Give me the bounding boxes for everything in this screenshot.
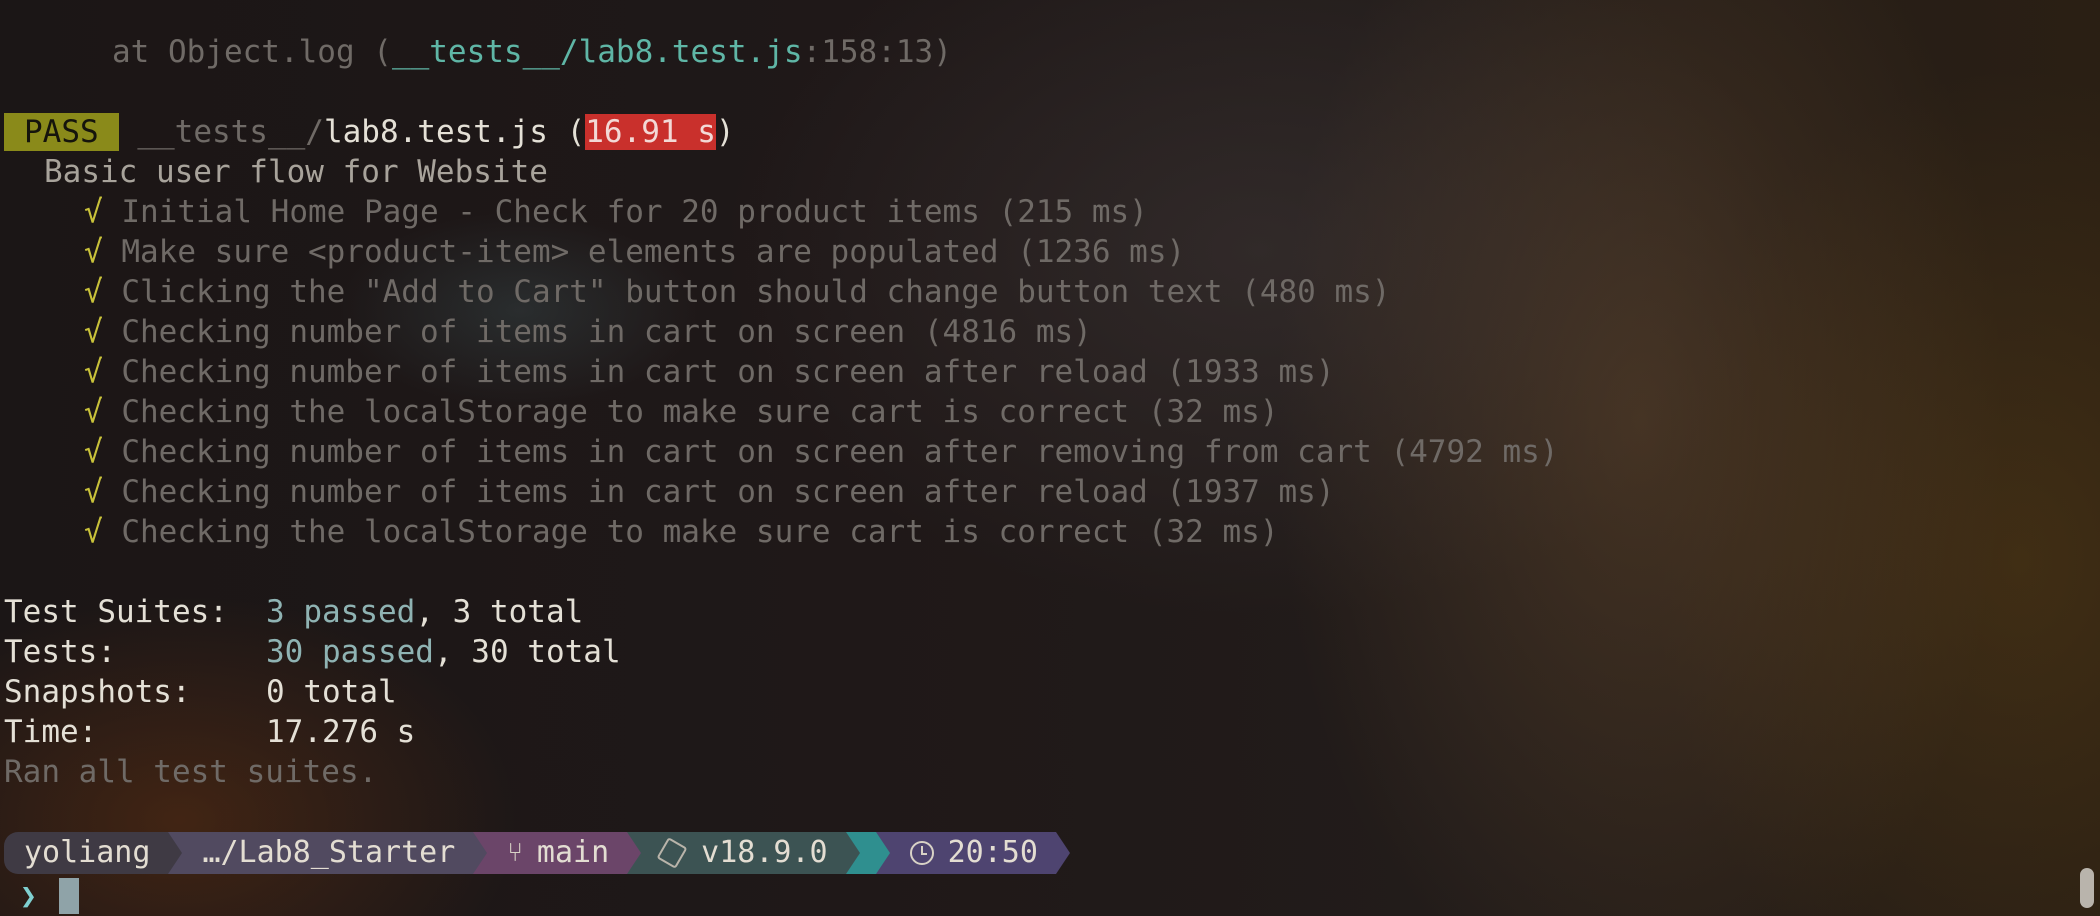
terminal-window[interactable]: at Object.log (__tests__/lab8.test.js:15… <box>0 0 2100 916</box>
text-cursor[interactable] <box>58 878 79 914</box>
summary-snapshots-value: 0 total <box>266 674 397 710</box>
prompt-path: …/Lab8_Starter <box>202 835 456 870</box>
test-item: √ Checking number of items in cart on sc… <box>84 352 1334 392</box>
test-text: Checking the localStorage to make sure c… <box>121 514 1279 550</box>
test-text: Clicking the "Add to Cart" button should… <box>121 274 1391 310</box>
test-item: √ Checking number of items in cart on sc… <box>84 432 1558 472</box>
result-file-name: lab8.test.js <box>323 114 548 150</box>
nodejs-icon <box>656 837 688 869</box>
test-text: Checking number of items in cart on scre… <box>121 354 1335 390</box>
duration-badge: 16.91 s <box>585 114 716 150</box>
summary-tests-passed: 30 passed <box>266 634 434 670</box>
prompt-time-segment: 20:50 <box>875 832 1070 874</box>
prompt-branch: main <box>536 835 610 870</box>
test-item: √ Initial Home Page - Check for 20 produ… <box>84 192 1148 232</box>
result-file-dir: __tests__/ <box>137 114 324 150</box>
test-text: Initial Home Page - Check for 20 product… <box>121 194 1148 230</box>
test-item: √ Make sure <product-item> elements are … <box>84 232 1185 272</box>
test-item: √ Checking number of items in cart on sc… <box>84 312 1092 352</box>
pass-badge: PASS <box>4 113 119 151</box>
prompt-path-segment: …/Lab8_Starter <box>168 832 488 874</box>
summary-suites-passed: 3 passed <box>266 594 416 630</box>
shell-prompt-bar: yoliang …/Lab8_Starter ⑂ main v18.9.0 20… <box>4 832 1070 874</box>
summary-tests: Tests: 30 passed, 30 total <box>4 632 621 672</box>
summary-time-value: 17.276 s <box>266 714 416 750</box>
summary-time-label: Time: <box>4 714 98 750</box>
prompt-node-version: v18.9.0 <box>701 835 828 870</box>
test-item: √ Clicking the "Add to Cart" button shou… <box>84 272 1390 312</box>
summary-suites-label: Test Suites: <box>4 594 228 630</box>
prompt-user-segment: yoliang <box>4 832 183 874</box>
test-item: √ Checking number of items in cart on sc… <box>84 472 1334 512</box>
log-file: __tests__/lab8.test.js <box>391 34 803 70</box>
test-item: √ Checking the localStorage to make sure… <box>84 512 1279 552</box>
git-branch-icon: ⑂ <box>507 838 523 868</box>
prompt-time: 20:50 <box>947 835 1038 870</box>
log-prefix: at Object.log ( <box>0 34 392 70</box>
log-location: :158:13 <box>802 34 934 70</box>
check-icon: √ <box>84 314 103 350</box>
log-suffix: ) <box>933 34 952 70</box>
test-result-line: PASS __tests__/lab8.test.js (16.91 s) <box>4 112 735 152</box>
test-text: Checking number of items in cart on scre… <box>121 434 1559 470</box>
console-log-line: at Object.log (__tests__/lab8.test.js:15… <box>0 32 952 72</box>
command-input-line[interactable]: ❯ <box>20 876 79 916</box>
test-item: √ Checking the localStorage to make sure… <box>84 392 1279 432</box>
check-icon: √ <box>84 354 103 390</box>
summary-suites-total: , 3 total <box>415 594 584 630</box>
test-text: Checking the localStorage to make sure c… <box>121 394 1279 430</box>
test-text: Checking number of items in cart on scre… <box>121 474 1335 510</box>
prompt-user: yoliang <box>24 835 151 870</box>
clock-icon <box>909 841 934 865</box>
summary-snapshots-label: Snapshots: <box>4 674 191 710</box>
test-text: Make sure <product-item> elements are po… <box>121 234 1186 270</box>
summary-suites: Test Suites: 3 passed, 3 total <box>4 592 583 632</box>
check-icon: √ <box>84 394 103 430</box>
check-icon: √ <box>84 514 103 550</box>
suite-name: Basic user flow for Website <box>44 154 548 190</box>
prompt-chevron-icon: ❯ <box>20 879 37 912</box>
check-icon: √ <box>84 434 103 470</box>
prompt-node-segment: v18.9.0 <box>627 832 860 874</box>
check-icon: √ <box>84 274 103 310</box>
check-icon: √ <box>84 474 103 510</box>
summary-time: Time: 17.276 s <box>4 712 415 752</box>
check-icon: √ <box>84 234 103 270</box>
check-icon: √ <box>84 194 103 230</box>
summary-tests-total: , 30 total <box>433 634 621 670</box>
summary-snapshots: Snapshots: 0 total <box>4 672 397 712</box>
prompt-git-segment: ⑂ main <box>473 832 642 874</box>
test-text: Checking number of items in cart on scre… <box>121 314 1092 350</box>
scrollbar-thumb[interactable] <box>2080 868 2094 908</box>
summary-tests-label: Tests: <box>4 634 116 670</box>
ran-all-message: Ran all test suites. <box>4 754 378 790</box>
